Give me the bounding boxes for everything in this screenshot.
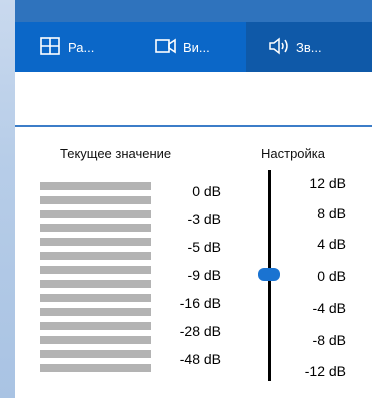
level-bar [40, 182, 151, 190]
slider-tick-label: -12 dB [304, 363, 346, 379]
tab-sound[interactable]: Зв... [246, 22, 372, 72]
level-value: -16 dB [179, 295, 221, 311]
slider-tick-label: 0 dB [317, 268, 346, 284]
camera-icon [155, 37, 176, 57]
level-bar [40, 364, 151, 372]
level-value: -28 dB [179, 323, 221, 339]
level-bar [40, 336, 151, 344]
tab-bar: Ра... Ви... Зв... [15, 22, 372, 72]
level-bar [40, 350, 151, 358]
audio-settings-window: Ра... Ви... Зв... Текущее значение Настр… [15, 0, 372, 398]
setting-header: Настройка [261, 146, 325, 161]
tab-video-label: Ви... [183, 39, 210, 55]
tab-layout-label: Ра... [68, 39, 95, 55]
level-bar [40, 322, 151, 330]
tab-layout[interactable]: Ра... [15, 22, 130, 72]
level-bar [40, 224, 151, 232]
level-value: -9 dB [187, 267, 221, 283]
slider-tick-label: 12 dB [309, 175, 346, 191]
tab-sound-label: Зв... [296, 39, 322, 55]
level-value: 0 dB [192, 183, 221, 199]
level-value: -48 dB [179, 351, 221, 367]
level-bar [40, 280, 151, 288]
level-bar [40, 238, 151, 246]
slider-tick-label: 8 dB [317, 205, 346, 221]
level-bar [40, 252, 151, 260]
level-value: -3 dB [187, 211, 221, 227]
level-bar [40, 210, 151, 218]
grid-icon [40, 37, 60, 57]
current-value-header: Текущее значение [60, 146, 172, 161]
slider-tick-label: -4 dB [312, 300, 346, 316]
level-bar [40, 266, 151, 274]
speaker-icon [268, 37, 288, 57]
top-strip [15, 0, 372, 22]
tab-video[interactable]: Ви... [130, 22, 246, 72]
section-divider [15, 125, 372, 127]
level-bar [40, 294, 151, 302]
level-bar [40, 308, 151, 316]
level-value: -5 dB [187, 239, 221, 255]
level-bar [40, 196, 151, 204]
slider-tick-label: -8 dB [312, 332, 346, 348]
slider-tick-label: 4 dB [317, 236, 346, 252]
gain-slider-thumb[interactable] [258, 268, 280, 281]
